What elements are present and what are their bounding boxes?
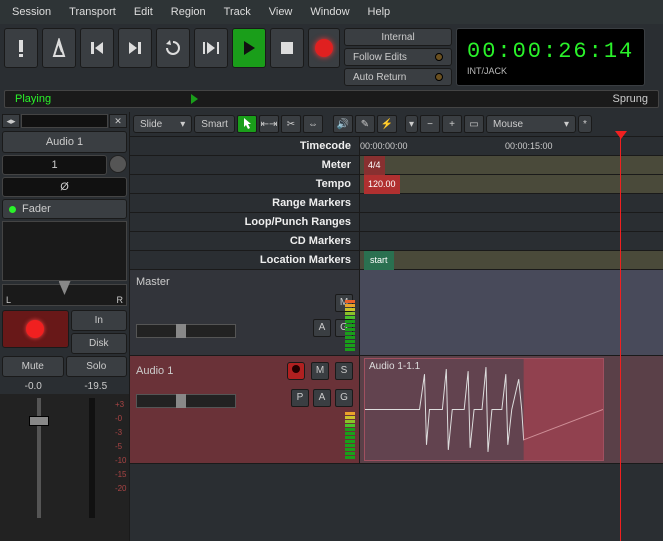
zoom-out-button[interactable]: −: [420, 115, 440, 133]
menu-transport[interactable]: Transport: [61, 2, 124, 22]
menu-edit[interactable]: Edit: [126, 2, 161, 22]
auto-return-toggle[interactable]: Auto Return: [344, 68, 452, 86]
loop-button[interactable]: [156, 28, 190, 68]
track-mute-button[interactable]: M: [311, 362, 329, 380]
strip-input-num[interactable]: 1: [2, 155, 107, 175]
follow-edits-toggle[interactable]: Follow Edits: [344, 48, 452, 66]
strip-hide-button[interactable]: ✕: [109, 114, 127, 128]
mixer-strip: ◂▸ ✕ Audio 1 1 Ø Fader LR In Disk Mute: [0, 112, 130, 541]
mute-button[interactable]: Mute: [2, 356, 64, 377]
transport-controls: [4, 28, 340, 86]
editor-toolbar: Slide ▾ Smart ⇤⇥ ✂ ⇔ 🔊 ✎ ⚡ ▾ − + ▭ Mouse…: [130, 112, 663, 137]
phase-invert-button[interactable]: Ø: [2, 177, 127, 197]
tempo-ruler-label: Tempo: [130, 175, 360, 193]
play-range-button[interactable]: [194, 28, 228, 68]
primary-clock[interactable]: 00:00:26:14 INT/JACK: [456, 28, 645, 86]
transport-status: Playing Sprung: [4, 90, 659, 108]
midi-panic-button[interactable]: [4, 28, 38, 68]
peak-value[interactable]: -19.5: [65, 381, 128, 392]
loop-punch-label: Loop/Punch Ranges: [130, 213, 360, 231]
track-automation-button[interactable]: A: [313, 389, 331, 407]
master-meter: [345, 274, 355, 351]
track-fader[interactable]: [136, 394, 236, 408]
level-meter: +3-0-3-5-10-15-20: [75, 398, 107, 541]
panner[interactable]: LR: [2, 284, 127, 306]
smart-mode-button[interactable]: Smart: [194, 115, 235, 133]
timecode-ruler[interactable]: 00:00:00:0000:00:15:00: [360, 137, 663, 155]
track-meter: [345, 360, 355, 459]
draw-tool[interactable]: ✎: [355, 115, 375, 133]
monitor-disk-button[interactable]: Disk: [71, 333, 128, 354]
audio-lane[interactable]: Audio 1-1.1: [360, 356, 663, 463]
goto-start-button[interactable]: [80, 28, 114, 68]
timecode-ruler-label: Timecode: [130, 137, 360, 155]
metronome-button[interactable]: [42, 28, 76, 68]
range-markers-label: Range Markers: [130, 194, 360, 212]
menu-session[interactable]: Session: [4, 2, 59, 22]
master-fader[interactable]: [136, 324, 236, 338]
master-lane[interactable]: [360, 270, 663, 355]
menu-region[interactable]: Region: [163, 2, 214, 22]
menu-help[interactable]: Help: [360, 2, 399, 22]
strip-record-button[interactable]: [2, 310, 69, 348]
stretch-tool[interactable]: ⇔: [303, 115, 323, 133]
edit-point-select[interactable]: Mouse▾: [486, 115, 576, 133]
gain-fader[interactable]: [23, 398, 55, 541]
record-button[interactable]: [308, 28, 340, 68]
master-track-name[interactable]: Master: [136, 276, 353, 288]
strip-name[interactable]: Audio 1: [2, 131, 127, 153]
track-record-button[interactable]: [287, 362, 305, 380]
meter-ruler[interactable]: 4/4: [360, 156, 663, 174]
object-tool[interactable]: [237, 115, 257, 133]
sync-internal-button[interactable]: Internal: [344, 28, 452, 46]
edit-mode-select[interactable]: Slide ▾: [133, 115, 192, 133]
processor-fader[interactable]: Fader: [2, 199, 127, 219]
strip-color[interactable]: [21, 114, 108, 128]
zoom-focus[interactable]: ▾: [405, 115, 418, 133]
menu-track[interactable]: Track: [216, 2, 259, 22]
playhead[interactable]: [620, 137, 621, 541]
solo-button[interactable]: Solo: [66, 356, 128, 377]
menu-window[interactable]: Window: [302, 2, 357, 22]
content-tool[interactable]: ⚡: [377, 115, 397, 133]
location-markers-ruler[interactable]: start: [360, 251, 663, 269]
cd-markers-ruler[interactable]: [360, 232, 663, 250]
zoom-fit-button[interactable]: ▭: [464, 115, 484, 133]
strip-width-toggle[interactable]: ◂▸: [2, 114, 20, 128]
play-state: Playing: [15, 93, 51, 105]
tempo-ruler[interactable]: 120.00: [360, 175, 663, 193]
gain-value[interactable]: -0.0: [2, 381, 65, 392]
stop-button[interactable]: [270, 28, 304, 68]
menubar: Session Transport Edit Region Track View…: [0, 0, 663, 24]
audio-track: Audio 1 M S P A G: [130, 356, 663, 464]
audition-tool[interactable]: 🔊: [333, 115, 353, 133]
loop-punch-ruler[interactable]: [360, 213, 663, 231]
range-tool[interactable]: ⇤⇥: [259, 115, 279, 133]
nudge-select[interactable]: *: [578, 115, 592, 133]
location-markers-label: Location Markers: [130, 251, 360, 269]
master-track: Master M A G: [130, 270, 663, 356]
shuttle-state: Sprung: [613, 93, 648, 105]
cut-tool[interactable]: ✂: [281, 115, 301, 133]
monitor-in-button[interactable]: In: [71, 310, 128, 331]
master-automation-button[interactable]: A: [313, 319, 331, 337]
range-markers-ruler[interactable]: [360, 194, 663, 212]
audio-track-name[interactable]: Audio 1: [136, 365, 281, 377]
goto-end-button[interactable]: [118, 28, 152, 68]
strip-trim-knob[interactable]: [109, 155, 127, 173]
play-indicator-icon: [191, 94, 198, 104]
menu-view[interactable]: View: [261, 2, 301, 22]
editor: Slide ▾ Smart ⇤⇥ ✂ ⇔ 🔊 ✎ ⚡ ▾ − + ▭ Mouse…: [130, 112, 663, 541]
audio-region[interactable]: Audio 1-1.1: [364, 358, 604, 461]
clock-time: 00:00:26:14: [467, 39, 634, 64]
play-button[interactable]: [232, 28, 266, 68]
track-playlist-button[interactable]: P: [291, 389, 309, 407]
processor-box[interactable]: [2, 221, 127, 281]
clock-mode: INT/JACK: [467, 66, 634, 76]
zoom-in-button[interactable]: +: [442, 115, 462, 133]
cd-markers-label: CD Markers: [130, 232, 360, 250]
meter-ruler-label: Meter: [130, 156, 360, 174]
